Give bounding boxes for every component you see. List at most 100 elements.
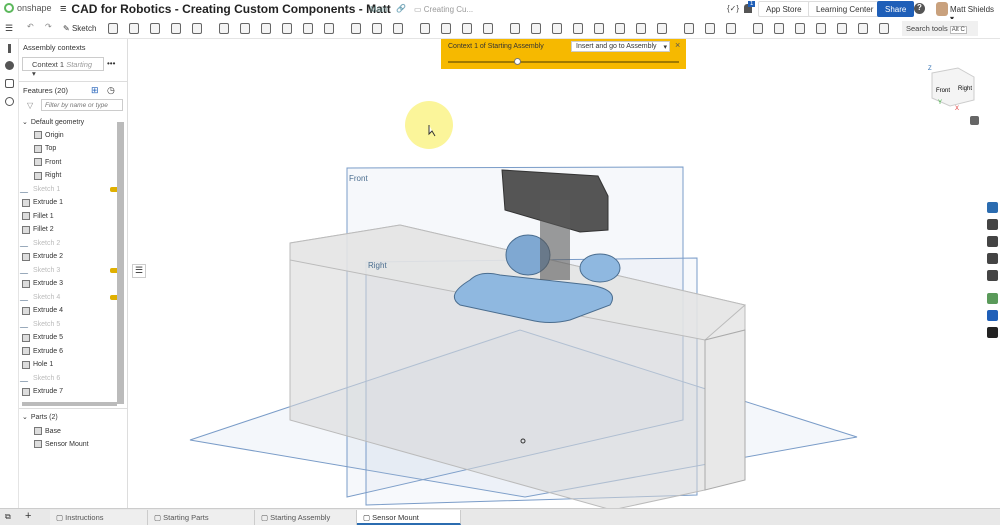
feature-item[interactable]: Sketch 4: [19, 291, 60, 303]
helix-icon[interactable]: [594, 23, 604, 34]
filter-input[interactable]: [41, 99, 123, 111]
graphics-viewport[interactable]: Front Right Front Right Z X Y ☰: [128, 39, 1000, 508]
timer-icon[interactable]: [5, 97, 14, 106]
feature-item[interactable]: Extrude 5: [22, 332, 63, 344]
folder-breadcrumb[interactable]: ▭ Creating Cu...: [414, 5, 473, 14]
feature-item[interactable]: Extrude 6: [22, 345, 63, 357]
feature-list-toggle-icon[interactable]: ☰: [5, 23, 13, 34]
search-tools-input[interactable]: Search tools Alt C: [902, 21, 978, 36]
add-tab-icon[interactable]: +: [25, 510, 31, 522]
sweep-icon[interactable]: [150, 23, 160, 34]
curve-icon[interactable]: [795, 23, 805, 34]
section-icon[interactable]: [774, 23, 784, 34]
split-icon[interactable]: [420, 23, 430, 34]
sketch-button[interactable]: ✎ Sketch: [63, 24, 96, 33]
app-icon[interactable]: [987, 310, 998, 321]
move-face-icon[interactable]: [510, 23, 520, 34]
avatar[interactable]: [936, 2, 948, 16]
delete-part-icon[interactable]: [462, 23, 472, 34]
feature-item[interactable]: Sketch 3: [19, 264, 60, 276]
feature-item[interactable]: Hole 1: [22, 359, 53, 371]
trim-icon[interactable]: [879, 23, 889, 34]
boolean-icon[interactable]: [393, 23, 403, 34]
feature-item[interactable]: Extrude 1: [22, 197, 63, 209]
chamfer-icon[interactable]: [240, 23, 250, 34]
feature-item[interactable]: Origin: [34, 129, 64, 141]
section-view-icon[interactable]: [987, 236, 998, 247]
default-geometry-group[interactable]: ⌄ Default geometry: [22, 116, 84, 128]
hole-icon[interactable]: [324, 23, 334, 34]
extend-icon[interactable]: [858, 23, 868, 34]
revolve-icon[interactable]: [129, 23, 139, 34]
modify-fillet-icon[interactable]: [483, 23, 493, 34]
redo-icon[interactable]: ↷: [45, 22, 52, 31]
surface-icon[interactable]: [816, 23, 826, 34]
variable-icon[interactable]: [615, 23, 625, 34]
wrap-icon[interactable]: [837, 23, 847, 34]
context-slider-handle[interactable]: [514, 58, 522, 65]
help-icon[interactable]: ?: [914, 3, 925, 14]
named-views-icon[interactable]: [987, 253, 998, 264]
variable-studio-icon[interactable]: [636, 23, 646, 34]
tab-manager-icon[interactable]: ⧉: [5, 512, 11, 522]
learning-center-button[interactable]: Learning Center: [808, 1, 882, 17]
plane-icon[interactable]: [552, 23, 562, 34]
document-title[interactable]: CAD for Robotics - Creating Custom Compo…: [71, 2, 390, 16]
measure-icon[interactable]: [753, 23, 763, 34]
feature-item[interactable]: Extrude 3: [22, 278, 63, 290]
context-select[interactable]: Context 1 Starting ▾: [22, 57, 104, 78]
loft-icon[interactable]: [171, 23, 181, 34]
onshape-logo[interactable]: onshape: [4, 3, 52, 13]
feature-item[interactable]: Sketch 1: [19, 183, 60, 195]
rib-icon[interactable]: [282, 23, 292, 34]
part-item[interactable]: Sensor Mount: [34, 438, 89, 450]
link-icon[interactable]: 🔗: [396, 4, 406, 13]
feature-item[interactable]: Fillet 2: [22, 224, 54, 236]
close-icon[interactable]: ×: [675, 40, 680, 50]
part-item[interactable]: Base: [34, 425, 61, 437]
configurations-icon[interactable]: [8, 44, 11, 53]
history-icon[interactable]: ◷: [107, 85, 115, 96]
fillet-icon[interactable]: [219, 23, 229, 34]
feature-item[interactable]: Extrude 7: [22, 386, 63, 398]
comments-icon[interactable]: [5, 61, 14, 70]
tab-starting-parts[interactable]: ▢ Starting Parts: [148, 510, 255, 525]
menu-icon[interactable]: ≡: [60, 3, 66, 15]
context-slider-track[interactable]: [448, 61, 679, 63]
feature-item[interactable]: Sketch 6: [19, 372, 60, 384]
display-mode-icon[interactable]: [970, 116, 979, 125]
viewcube-front[interactable]: Front: [936, 88, 950, 94]
view-cube[interactable]: Front Right Z X Y: [928, 66, 975, 112]
feature-item[interactable]: Right: [34, 170, 61, 182]
video-icon[interactable]: [987, 327, 998, 338]
branch-label[interactable]: Main: [370, 5, 387, 14]
pattern-icon[interactable]: [351, 23, 361, 34]
tab-starting-assembly[interactable]: ▢ Starting Assembly: [255, 510, 357, 525]
app-store-button[interactable]: App Store: [758, 1, 810, 17]
feature-item[interactable]: Front: [34, 156, 61, 168]
tab-instructions[interactable]: ▢ Instructions: [50, 510, 148, 525]
share-button[interactable]: Share: [877, 1, 915, 17]
feature-item[interactable]: Sketch 2: [19, 237, 60, 249]
sheet-metal-icon[interactable]: [705, 23, 715, 34]
horizontal-scrollbar[interactable]: [22, 402, 117, 406]
derived-icon[interactable]: [684, 23, 694, 34]
explode-icon[interactable]: [987, 270, 998, 281]
undo-icon[interactable]: ↶: [27, 22, 34, 31]
more-button[interactable]: •••: [107, 59, 115, 68]
dropdown-caret-icon[interactable]: ▾: [663, 43, 667, 51]
app-icon[interactable]: [987, 293, 998, 304]
appearance-icon[interactable]: [987, 202, 998, 213]
feature-item[interactable]: Top: [34, 143, 56, 155]
model-canvas[interactable]: Front Right Front Right Z X Y: [128, 39, 1000, 508]
add-folder-icon[interactable]: ⊞: [91, 85, 99, 96]
context-icon[interactable]: [657, 23, 667, 34]
parts-group[interactable]: ⌄ Parts (2): [22, 411, 58, 423]
feature-scrollbar[interactable]: [117, 122, 124, 404]
tab-sensor-mount[interactable]: ▢ Sensor Mount: [357, 510, 461, 525]
shell-icon[interactable]: [303, 23, 313, 34]
mate-connector-icon[interactable]: [573, 23, 583, 34]
transform-icon[interactable]: [441, 23, 451, 34]
thicken-icon[interactable]: [192, 23, 202, 34]
replace-face-icon[interactable]: [531, 23, 541, 34]
